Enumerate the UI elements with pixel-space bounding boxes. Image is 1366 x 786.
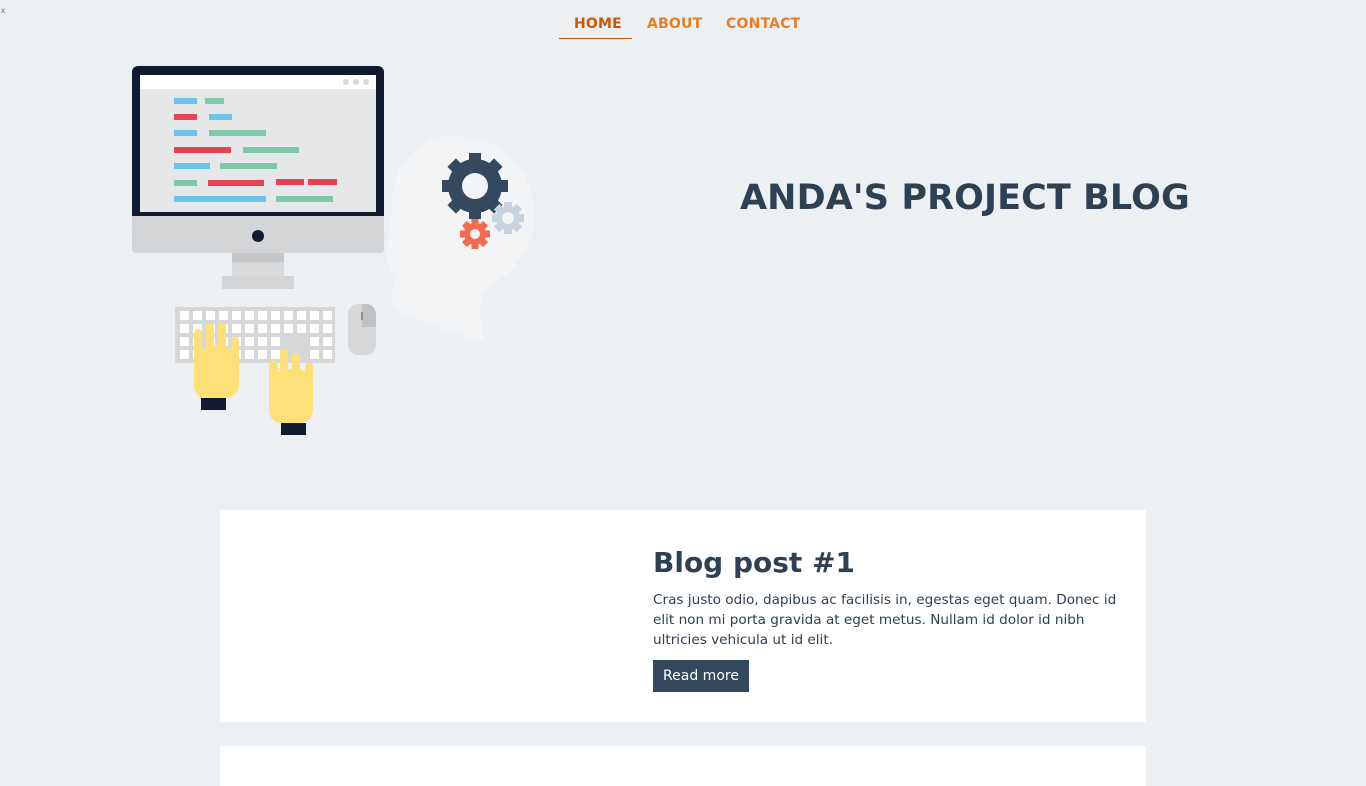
monitor-screen bbox=[140, 75, 376, 212]
post-image-placeholder bbox=[220, 510, 640, 722]
post-excerpt: Cras justo odio, dapibus ac facilisis in… bbox=[653, 592, 1117, 648]
monitor-stand bbox=[232, 253, 284, 262]
orange-gear-icon bbox=[460, 219, 490, 249]
nav-home-link[interactable]: HOME bbox=[574, 16, 622, 32]
page-title: ANDA'S PROJECT BLOG bbox=[740, 178, 1190, 218]
post-title[interactable]: Blog post #1 bbox=[653, 546, 855, 579]
small-gear-icon bbox=[492, 202, 524, 234]
blog-post-card-next bbox=[220, 746, 1146, 786]
nav-about-link[interactable]: ABOUT bbox=[647, 16, 702, 32]
nav-active-underline bbox=[559, 38, 632, 39]
read-more-button[interactable]: Read more bbox=[653, 660, 749, 692]
hero-illustration bbox=[130, 64, 540, 440]
main-nav: HOME ABOUT CONTACT bbox=[0, 0, 1366, 44]
nav-contact-link[interactable]: CONTACT bbox=[726, 16, 800, 32]
mouse bbox=[348, 304, 376, 355]
blog-post-card: Blog post #1 Cras justo odio, dapibus ac… bbox=[220, 510, 1146, 722]
